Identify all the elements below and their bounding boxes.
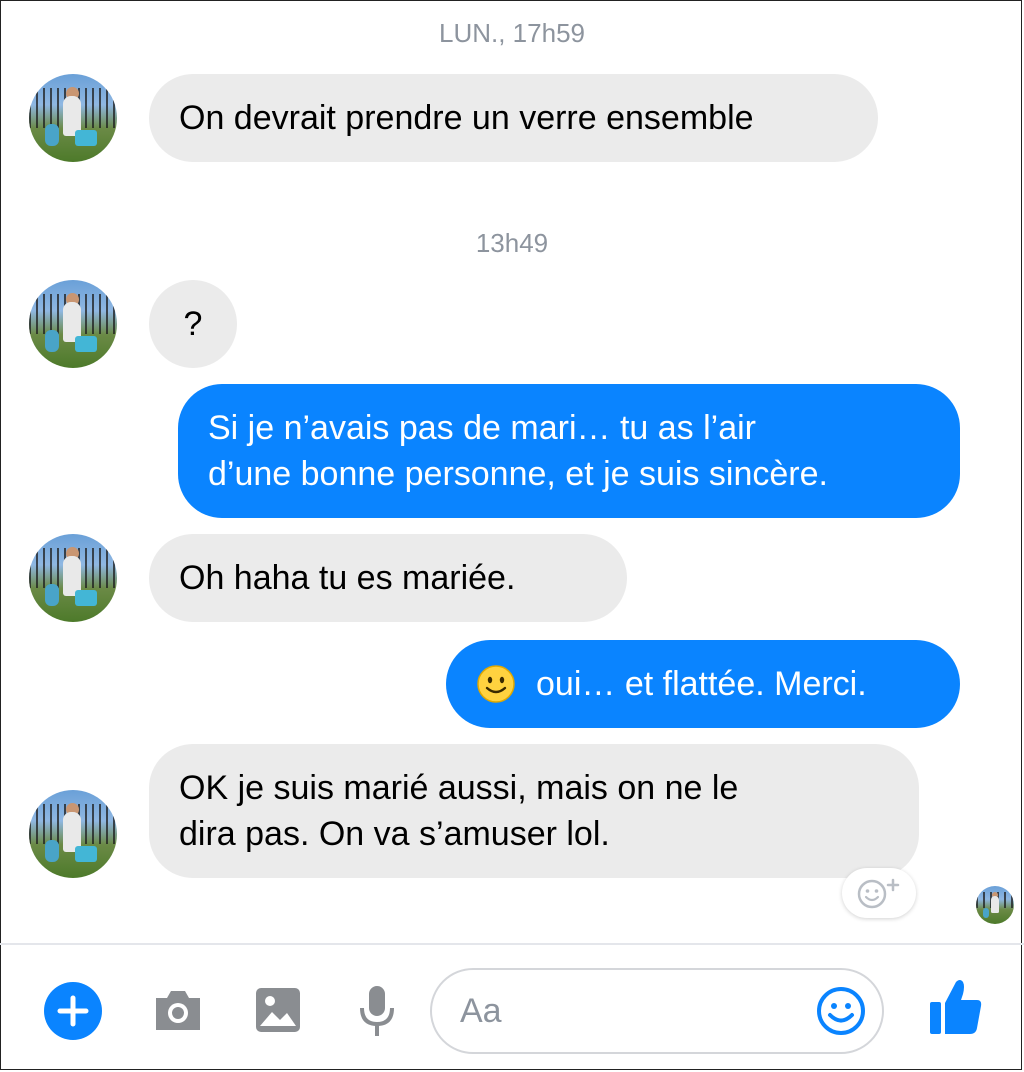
add-reaction-button[interactable] — [842, 868, 916, 918]
timestamp: LUN., 17h59 — [439, 18, 585, 48]
timestamp: 13h49 — [475, 228, 549, 258]
gallery-button[interactable] — [254, 986, 302, 1034]
more-actions-button[interactable] — [44, 982, 102, 1040]
message-text-line: d’une bonne personne, et je suis sincère… — [208, 455, 828, 493]
message-text: Oh haha tu es mariée. — [179, 559, 516, 597]
incoming-message[interactable]: On devrait prendre un verre ensemble — [149, 74, 878, 162]
incoming-message[interactable]: Oh haha tu es mariée. — [149, 534, 627, 622]
outgoing-message[interactable]: oui… et flattée. Merci. — [446, 640, 960, 728]
emoji-icon — [817, 987, 865, 1035]
image-icon — [256, 988, 300, 1032]
like-button[interactable] — [928, 976, 984, 1036]
plus-icon — [44, 982, 102, 1040]
incoming-message[interactable]: ? — [149, 280, 237, 368]
incoming-message[interactable]: OK je suis marié aussi, mais on ne le di… — [149, 744, 919, 878]
message-text-line: Si je n’avais pas de mari… tu as l’air — [208, 409, 757, 447]
add-reaction-icon — [857, 878, 900, 909]
message-text: oui… et flattée. Merci. — [536, 665, 867, 703]
microphone-icon — [360, 986, 394, 1036]
message-input[interactable]: Aa — [430, 968, 884, 1054]
emoji-button[interactable] — [816, 986, 866, 1036]
camera-icon — [156, 991, 200, 1030]
contact-avatar[interactable] — [29, 74, 117, 162]
message-text: On devrait prendre un verre ensemble — [179, 99, 754, 137]
outgoing-message[interactable]: Si je n’avais pas de mari… tu as l’air d… — [178, 384, 960, 518]
message-text-line: OK je suis marié aussi, mais on ne le — [179, 769, 739, 807]
read-receipt-avatar — [976, 886, 1014, 924]
voice-message-button[interactable] — [359, 984, 395, 1038]
message-text-line: dira pas. On va s’amuser lol. — [179, 815, 610, 853]
message-text: ? — [183, 305, 203, 343]
composer-divider — [0, 943, 1024, 945]
contact-avatar[interactable] — [29, 280, 117, 368]
camera-button[interactable] — [152, 986, 204, 1034]
smiling-face-emoji-icon — [477, 665, 515, 703]
contact-avatar[interactable] — [29, 534, 117, 622]
message-input-placeholder: Aa — [460, 992, 502, 1030]
thumbs-up-icon — [930, 980, 982, 1034]
contact-avatar[interactable] — [29, 790, 117, 878]
